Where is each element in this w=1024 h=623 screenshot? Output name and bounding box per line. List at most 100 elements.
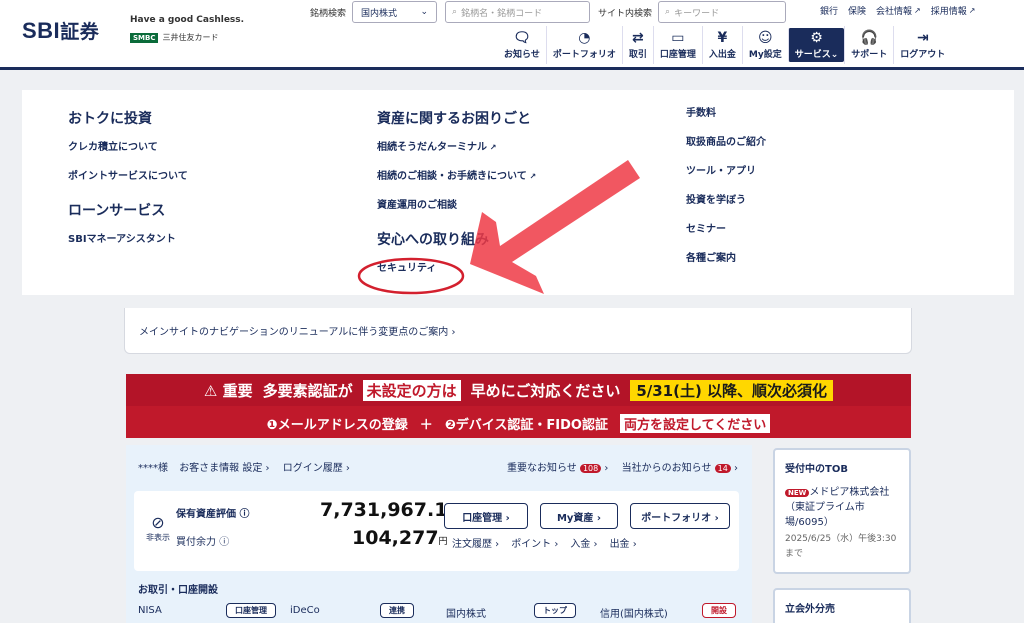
company-notice-link[interactable]: 当社からのお知らせ 14 › <box>622 463 738 474</box>
link-asset-consult[interactable]: 資産運用のご相談 <box>377 196 536 211</box>
deposit-link[interactable]: 入金 › <box>570 535 597 550</box>
off-floor-distribution-panel[interactable]: 立会外分売 <box>773 588 911 623</box>
heading-asset-troubles: 資産に関するお困りごと <box>377 111 531 127</box>
order-history-link[interactable]: 注文履歴 › <box>452 535 499 550</box>
link-tools-apps[interactable]: ツール・アプリ <box>686 162 766 177</box>
stock-search-label: 銘柄検索 <box>310 8 347 19</box>
stock-search-placeholder: 銘柄名・銘柄コード <box>461 8 543 19</box>
link-inheritance-terminal[interactable]: 相続そうだんターミナル ↗ <box>377 138 536 153</box>
portfolio-button[interactable]: ポートフォリオ › <box>630 503 730 529</box>
renewal-notice[interactable]: メインサイトのナビゲーションのリニューアルに伴う変更点のご案内 › <box>124 308 912 354</box>
heading-otoku: おトクに投資 <box>68 111 152 127</box>
site-search-placeholder: キーワード <box>674 8 720 19</box>
banner-row-2: ❶メールアドレスの登録 ＋ ❷デバイス認証・FIDO認証 両方を設定してください <box>126 408 911 438</box>
heading-safety: 安心への取り組み <box>377 232 489 248</box>
link-learn-investing[interactable]: 投資を学ぼう <box>686 191 766 206</box>
search-bar: 銘柄検索 国内株式 ⌄ ⌕ 銘柄名・銘柄コード サイト内検索 ⌕ キーワード <box>310 0 787 24</box>
points-link[interactable]: ポイント › <box>511 535 558 550</box>
link-recruit[interactable]: 採用情報 ↗ <box>931 4 976 17</box>
site-search-input[interactable]: ⌕ キーワード <box>658 1 787 23</box>
account-top-row: ****様 お客さま情報 設定 › ログイン履歴 › 重要なお知らせ 108 ›… <box>138 459 738 474</box>
tob-company[interactable]: NEW メドピア株式会社（東証プライム市場/6095） <box>785 483 899 528</box>
margin-open-button[interactable]: 開設 <box>702 603 736 618</box>
services-mega-menu: おトクに投資 クレカ積立について ポイントサービスについて ローンサービス SB… <box>22 90 1014 295</box>
nisa-manage-button[interactable]: 口座管理 <box>226 603 276 618</box>
chevron-down-icon: ⌄ <box>420 7 429 17</box>
link-bank[interactable]: 銀行 <box>820 4 838 17</box>
link-fees[interactable]: 手数料 <box>686 104 766 119</box>
link-guides[interactable]: 各種ご案内 <box>686 249 766 264</box>
withdraw-link[interactable]: 出金 › <box>610 535 637 550</box>
help-icon: ⓘ <box>239 509 250 520</box>
my-assets-button[interactable]: My資産 › <box>540 503 618 529</box>
asset-summary: ⊘ 非表示 保有資産評価 ⓘ 7,731,967.1円 買付余力 ⓘ 104,2… <box>134 491 739 571</box>
link-money-assistant[interactable]: SBIマネーアシスタント <box>68 230 188 245</box>
site-header: SBI証券 Have a good Cashless. SMBC 三井住友カード… <box>0 0 1024 70</box>
smbc-card-text: 三井住友カード <box>162 33 219 42</box>
menu-column-1: おトクに投資 クレカ積立について ポイントサービスについて ローンサービス SB… <box>68 90 188 259</box>
nav-trade[interactable]: ⇄ 取引 <box>621 26 653 64</box>
holdings-value: 7,731,967.1円 <box>320 499 456 521</box>
smbc-card-logo: SMBC 三井住友カード <box>130 32 218 43</box>
search-icon: ⌕ <box>665 7 671 17</box>
nav-notices[interactable]: 🗨 お知らせ <box>498 26 546 64</box>
sbi-logo[interactable]: SBI証券 <box>22 17 99 44</box>
hide-label: 非表示 <box>146 533 170 542</box>
message-icon: 🗨 <box>513 29 531 46</box>
ideco-label: iDeCo <box>290 605 320 616</box>
external-link-icon: ↗ <box>487 143 497 152</box>
service-icon: ⚙ <box>810 29 823 46</box>
external-link-icon: ↗ <box>968 6 976 15</box>
domestic-stock-label: 国内株式 <box>446 609 486 620</box>
cashless-tagline: Have a good Cashless. <box>130 15 245 25</box>
account-icon: ▭ <box>671 29 685 46</box>
exchange-icon: ⇄ <box>631 29 644 46</box>
user-name: ****様 <box>138 463 168 474</box>
hide-toggle[interactable]: ⊘ 非表示 <box>146 513 170 543</box>
banner-both: 両方を設定してください <box>619 413 771 433</box>
holdings-label: 保有資産評価 ⓘ <box>176 509 250 520</box>
banner-step-2: ❷デバイス認証・FIDO認証 <box>444 417 608 433</box>
global-nav: 🗨 お知らせ ◔ ポートフォリオ ⇄ 取引 ▭ 口座管理 ¥ 入出金 ☺ My設定 ⚙ サービ… <box>498 26 951 64</box>
link-seminar[interactable]: セミナー <box>686 220 766 235</box>
nav-account[interactable]: ▭ 口座管理 <box>652 26 702 64</box>
domestic-top-button[interactable]: トップ <box>534 603 576 618</box>
link-inheritance-consult[interactable]: 相続のご相談・お手続きについて ↗ <box>377 167 536 182</box>
nav-deposit[interactable]: ¥ 入出金 <box>701 26 742 64</box>
market-select[interactable]: 国内株式 ⌄ <box>352 1 438 23</box>
link-point-service[interactable]: ポイントサービスについて <box>68 167 188 182</box>
user-icon: ☺ <box>758 29 773 46</box>
external-link-icon: ↗ <box>526 172 537 181</box>
buying-power-label: 買付余力 ⓘ <box>176 537 230 548</box>
heading-loan: ローンサービス <box>68 203 166 219</box>
nav-support[interactable]: 🎧 サポート <box>844 26 893 64</box>
nav-services[interactable]: ⚙ サービス⌄ <box>787 28 845 62</box>
tob-panel[interactable]: 受付中のTOB NEW メドピア株式会社（東証プライム市場/6095） 2025/… <box>773 448 911 574</box>
important-notice-link[interactable]: 重要なお知らせ 108 › <box>507 463 608 474</box>
mfa-banner[interactable]: ⚠ 重要 多要素認証が 未設定の方は 早めにご対応ください 5/31(土) 以降… <box>126 374 911 438</box>
nav-portfolio[interactable]: ◔ ポートフォリオ <box>545 26 622 64</box>
link-products[interactable]: 取扱商品のご紹介 <box>686 133 766 148</box>
link-company[interactable]: 会社情報 ↗ <box>876 4 921 17</box>
headset-icon: 🎧 <box>860 29 878 46</box>
stock-search-input[interactable]: ⌕ 銘柄名・銘柄コード <box>445 1 591 23</box>
banner-plus: ＋ <box>419 417 433 433</box>
buying-power-value: 104,277円 <box>352 527 448 549</box>
link-insurance[interactable]: 保険 <box>848 4 866 17</box>
pie-chart-icon: ◔ <box>578 29 591 46</box>
nisa-label: NISA <box>138 605 162 616</box>
login-history-link[interactable]: ログイン履歴 › <box>283 463 350 474</box>
link-security[interactable]: セキュリティ <box>377 259 536 274</box>
menu-column-2: 資産に関するお困りごと 相続そうだんターミナル ↗ 相続のご相談・お手続きについ… <box>377 90 536 288</box>
customer-info-link[interactable]: お客さま情報 設定 › <box>179 463 269 474</box>
nav-logout[interactable]: ⇥ ログアウト <box>893 26 951 64</box>
help-icon: ⓘ <box>219 537 230 548</box>
logout-icon: ⇥ <box>916 29 929 46</box>
important-count-badge: 108 <box>579 464 602 473</box>
account-management-button[interactable]: 口座管理 › <box>444 503 528 529</box>
link-credit-card-savings[interactable]: クレカ積立について <box>68 138 188 153</box>
banner-text-a: 多要素認証が <box>262 381 353 400</box>
ideco-link-button[interactable]: 連携 <box>380 603 414 618</box>
search-icon: ⌕ <box>452 7 458 17</box>
nav-my-settings[interactable]: ☺ My設定 <box>741 26 788 64</box>
